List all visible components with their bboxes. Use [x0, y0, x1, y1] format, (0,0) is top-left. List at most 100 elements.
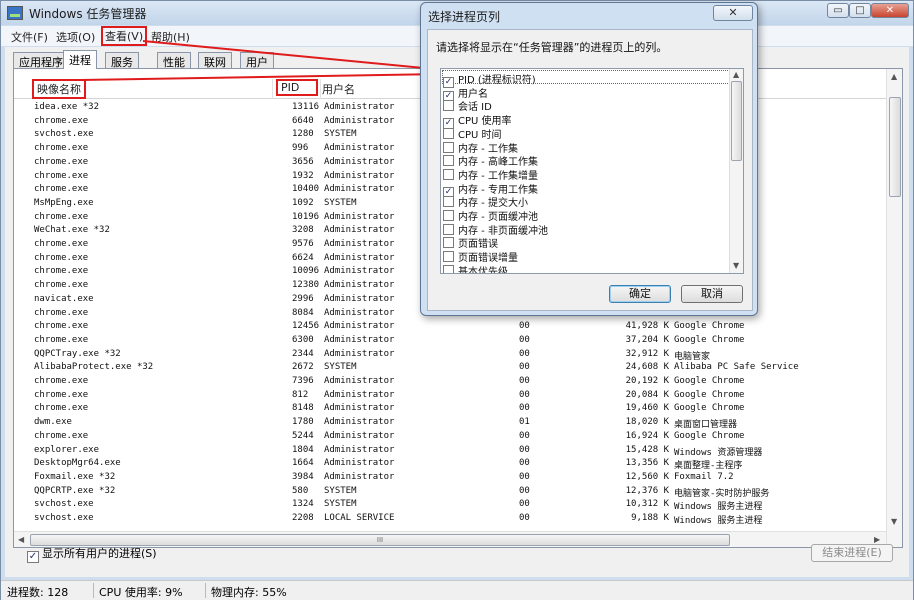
checkbox-checked-icon[interactable]: ✓: [27, 551, 39, 563]
column-option[interactable]: CPU 时间: [443, 126, 502, 141]
maximize-button[interactable]: □: [849, 3, 871, 18]
column-divider[interactable]: [272, 79, 273, 99]
table-row[interactable]: svchost.exe 1324 SYSTEM 00 10,312 K Windows 服…: [14, 498, 886, 512]
tab-performance[interactable]: 性能: [157, 52, 191, 69]
process-pid: 580: [292, 485, 309, 496]
table-row[interactable]: chrome.exe 5244 Administrator 00 16,924 K Goo…: [14, 430, 886, 444]
process-pid: 1324: [292, 499, 314, 510]
column-divider[interactable]: [320, 79, 321, 99]
column-option[interactable]: ✓ 内存 - 专用工作集: [443, 181, 538, 198]
scroll-down-arrow-icon[interactable]: ▼: [733, 261, 739, 270]
options-scroll-thumb[interactable]: [731, 81, 742, 161]
tab-users[interactable]: 用户: [240, 52, 274, 69]
column-option[interactable]: 页面错误增量: [443, 249, 518, 264]
column-option[interactable]: ✓ CPU 使用率: [443, 112, 512, 130]
column-image-name[interactable]: 映像名称: [32, 79, 86, 99]
table-row[interactable]: chrome.exe 8148 Administrator 00 19,460 K Goo…: [14, 402, 886, 416]
table-row[interactable]: chrome.exe 6300 Administrator 00 37,204 K Goo…: [14, 334, 886, 348]
tab-services[interactable]: 服务: [105, 52, 139, 69]
process-user: Administrator: [324, 102, 395, 112]
column-user-name[interactable]: 用户名: [322, 81, 355, 97]
dialog-close-button[interactable]: ✕: [713, 5, 753, 21]
close-button[interactable]: ✕: [871, 3, 909, 18]
checkbox-unchecked-icon[interactable]: [443, 264, 454, 273]
checkbox-unchecked-icon[interactable]: [443, 155, 454, 167]
table-row[interactable]: QQPCRTP.exe *32 580 SYSTEM 00 12,376 K 电脑管家-实…: [14, 485, 886, 499]
minimize-button[interactable]: ▭: [827, 3, 849, 18]
column-option[interactable]: 会话 ID: [443, 98, 492, 113]
column-option[interactable]: ✓ PID (进程标识符): [443, 71, 536, 88]
process-user: Administrator: [324, 321, 395, 332]
ok-button[interactable]: 确定: [609, 285, 671, 303]
dialog-title-bar[interactable]: 选择进程页列 ✕: [421, 3, 757, 27]
table-row[interactable]: dwm.exe 1780 Administrator 01 18,020 K 桌面窗口管理…: [14, 416, 886, 430]
checkbox-unchecked-icon[interactable]: [443, 141, 454, 153]
column-option[interactable]: 内存 - 工作集: [443, 140, 518, 155]
process-user: Administrator: [324, 156, 395, 167]
column-option[interactable]: 内存 - 非页面缓冲池: [443, 222, 548, 237]
cancel-button[interactable]: 取消: [681, 285, 743, 303]
checkbox-unchecked-icon[interactable]: [443, 127, 454, 139]
process-pid: 996: [292, 143, 309, 154]
show-all-users-checkbox[interactable]: ✓ 显示所有用户的进程(S): [27, 545, 157, 563]
process-user: LOCAL SERVICE: [324, 513, 395, 523]
table-row[interactable]: Foxmail.exe *32 3984 Administrator 00 12,560…: [14, 471, 886, 485]
vertical-scroll-thumb[interactable]: [889, 97, 901, 197]
menu-file[interactable]: 文件(F): [11, 29, 48, 45]
process-memory: 18,020 K: [625, 417, 669, 428]
column-option[interactable]: 页面错误: [443, 235, 498, 250]
end-process-button[interactable]: 结束进程(E): [811, 544, 893, 562]
menu-options[interactable]: 选项(O): [56, 29, 95, 45]
checkbox-unchecked-icon[interactable]: [443, 237, 454, 249]
process-name: chrome.exe: [34, 143, 89, 154]
tab-applications[interactable]: 应用程序: [13, 52, 69, 69]
column-option[interactable]: 内存 - 提交大小: [443, 194, 528, 209]
table-row[interactable]: AlibabaProtect.exe *32 2672 SYSTEM 00 24,608…: [14, 361, 886, 375]
checkbox-unchecked-icon[interactable]: [443, 196, 454, 208]
column-option[interactable]: 内存 - 页面缓冲池: [443, 208, 538, 223]
table-row[interactable]: chrome.exe 12456 Administrator 00 41,928 K Go…: [14, 320, 886, 334]
column-option[interactable]: 内存 - 工作集增量: [443, 167, 538, 182]
scroll-right-arrow-icon[interactable]: ▶: [874, 535, 880, 544]
tab-processes[interactable]: 进程: [63, 50, 97, 69]
checkbox-unchecked-icon[interactable]: [443, 251, 454, 263]
checkbox-unchecked-icon[interactable]: [443, 168, 454, 180]
table-row[interactable]: QQPCTray.exe *32 2344 Administrator 00 32,91…: [14, 348, 886, 362]
scroll-down-arrow-icon[interactable]: ▼: [891, 517, 897, 526]
tab-networking[interactable]: 联网: [198, 52, 232, 69]
column-option[interactable]: 基本优先级: [443, 263, 508, 273]
process-description: Google Chrome: [674, 334, 745, 345]
process-cpu: 00: [519, 376, 530, 386]
menu-help[interactable]: 帮助(H): [151, 29, 190, 45]
scroll-up-arrow-icon[interactable]: ▲: [733, 70, 739, 79]
options-scrollbar[interactable]: ▲ ▼: [729, 69, 743, 273]
process-name: QQPCTray.exe *32: [34, 348, 121, 359]
process-name: chrome.exe: [34, 239, 89, 249]
table-row[interactable]: DesktopMgr64.exe 1664 Administrator 00 13,35…: [14, 457, 886, 471]
vertical-scrollbar[interactable]: ▲ ▼: [886, 69, 902, 547]
column-pid[interactable]: PID: [276, 79, 318, 96]
table-row[interactable]: explorer.exe 1804 Administrator 00 15,428 K W…: [14, 444, 886, 458]
table-row[interactable]: chrome.exe 7396 Administrator 00 20,192 K Goo…: [14, 375, 886, 389]
checkbox-unchecked-icon[interactable]: [443, 100, 454, 112]
process-name: chrome.exe: [34, 266, 89, 277]
process-user: Administrator: [324, 170, 395, 181]
checkbox-unchecked-icon[interactable]: [443, 210, 454, 221]
menu-view[interactable]: 查看(V): [101, 26, 148, 46]
table-row[interactable]: chrome.exe 812 Administrator 00 20,084 K Goog…: [14, 389, 886, 403]
process-pid: 3984: [292, 471, 314, 482]
scroll-left-arrow-icon[interactable]: ◀: [18, 535, 24, 544]
column-option[interactable]: 内存 - 高峰工作集: [443, 153, 538, 168]
column-option[interactable]: ✓ 用户名: [443, 85, 488, 102]
status-bar: 进程数: 128 CPU 使用率: 9% 物理内存: 55%: [1, 580, 913, 600]
process-user: Administrator: [324, 444, 395, 455]
scroll-up-arrow-icon[interactable]: ▲: [891, 72, 897, 81]
process-memory: 20,192 K: [625, 376, 669, 386]
process-pid: 2672: [292, 362, 314, 373]
process-name: chrome.exe: [34, 252, 89, 263]
table-row[interactable]: svchost.exe 2208 LOCAL SERVICE 00 9,188 K Win…: [14, 512, 886, 526]
process-user: Administrator: [324, 252, 395, 263]
checkbox-unchecked-icon[interactable]: [443, 223, 454, 235]
process-pid: 1092: [292, 197, 314, 208]
column-options-list: ✓ PID (进程标识符) ✓ 用户名 会话 ID ✓ CPU 使用率 CPU 时间 内存 - …: [440, 68, 744, 274]
